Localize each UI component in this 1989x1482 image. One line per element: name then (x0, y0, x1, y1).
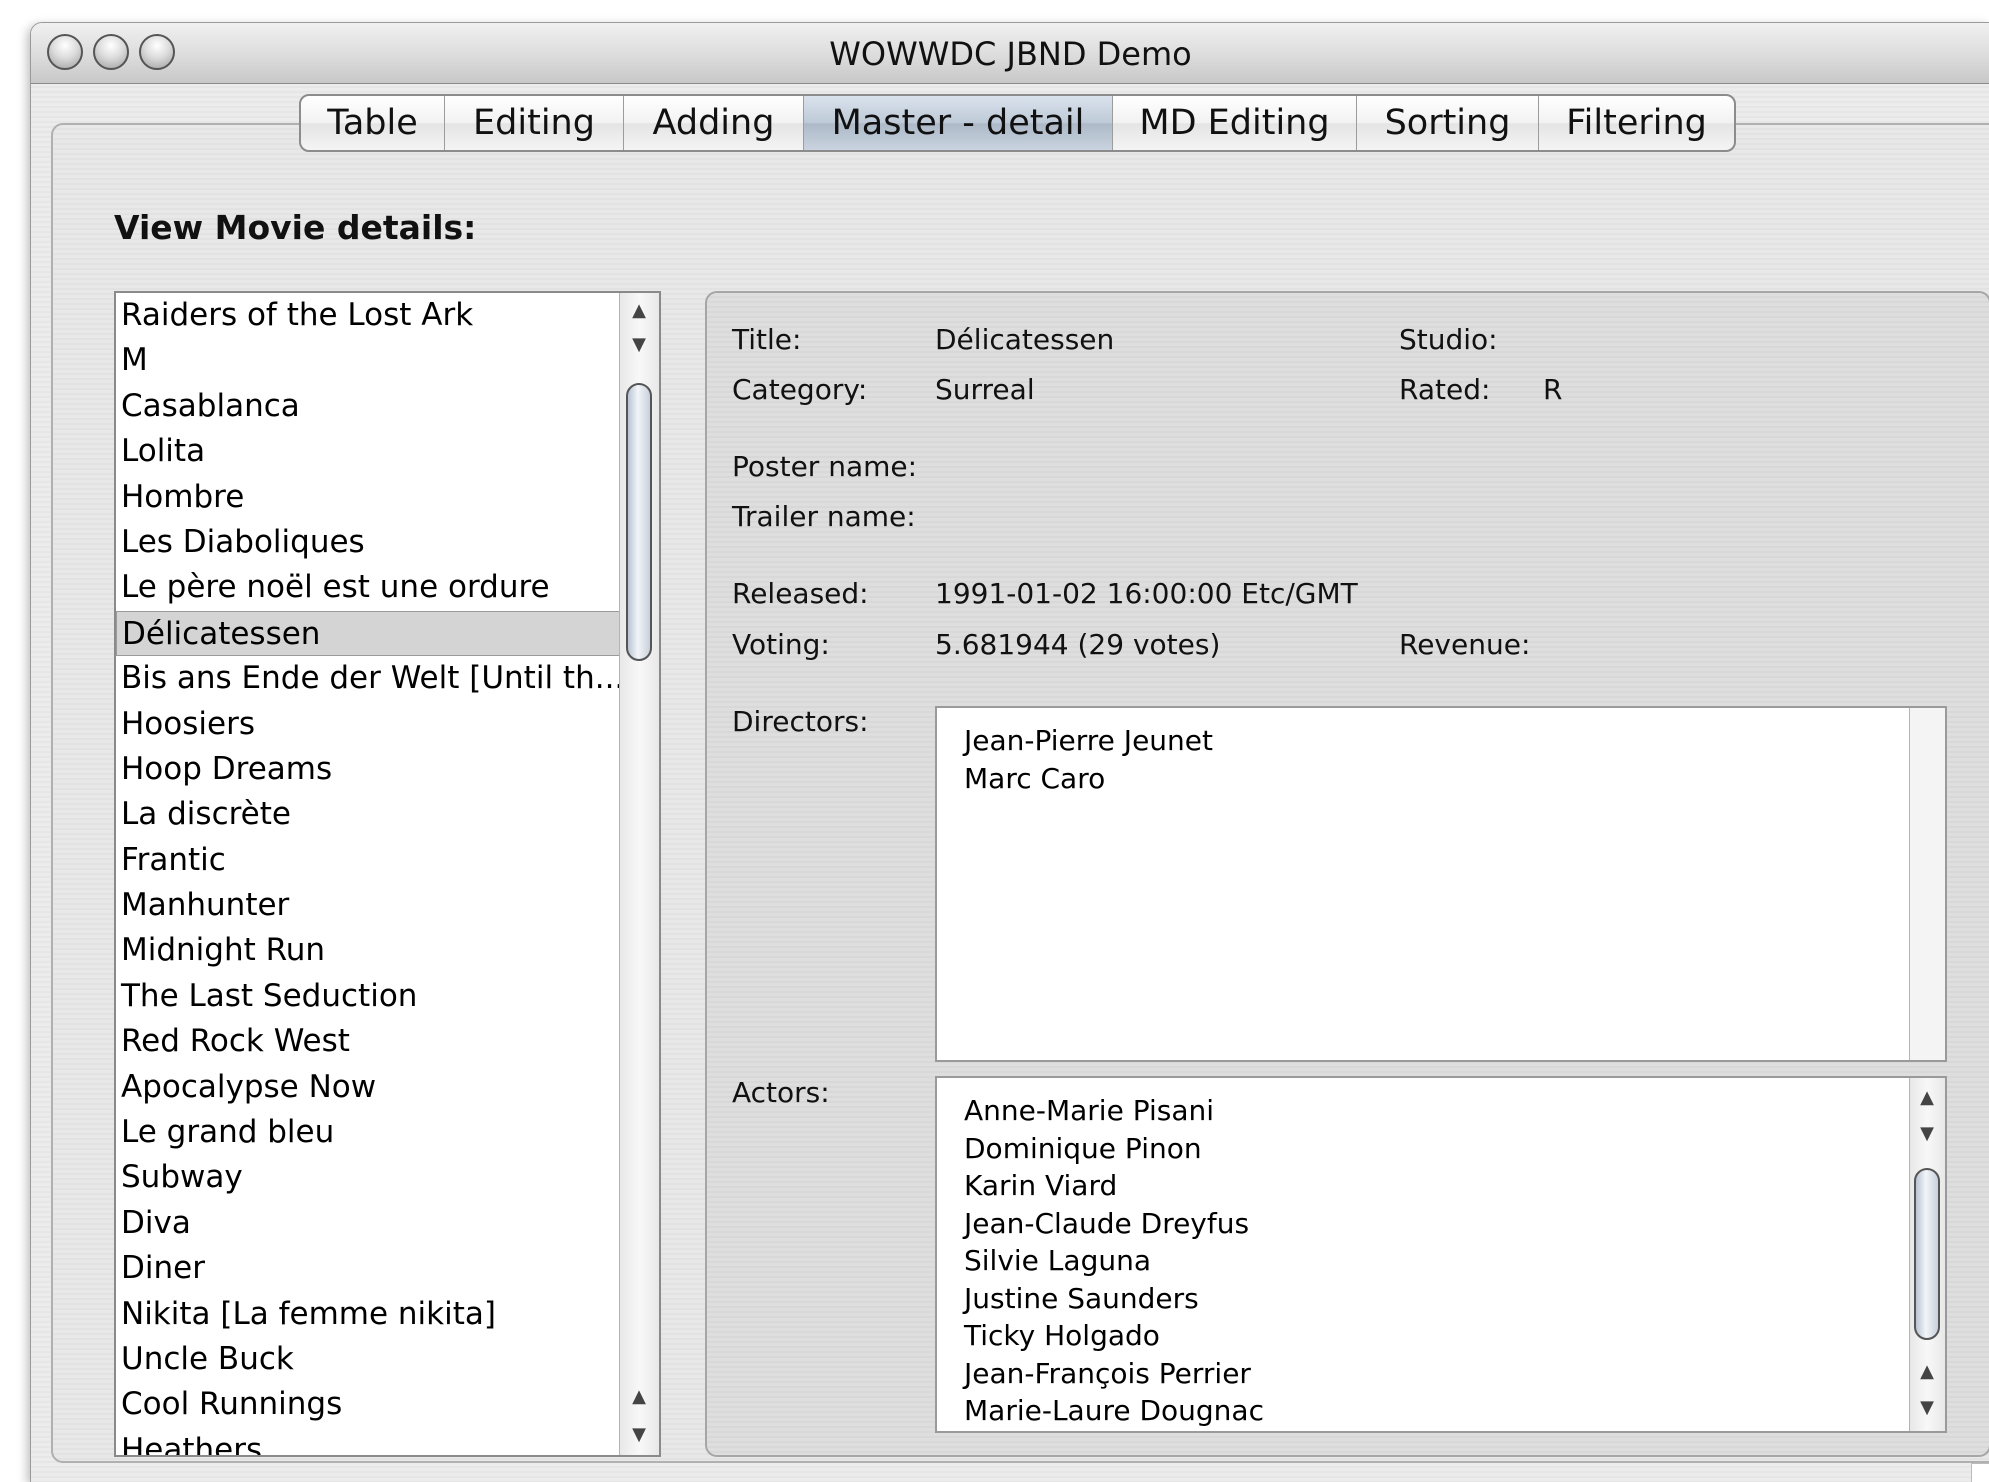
scroll-up-arrow-icon[interactable]: ▲ (620, 293, 658, 329)
movie-list-scrollbar[interactable]: ▲ ▼ ▲ ▼ (619, 293, 659, 1455)
actor-item[interactable]: Jean-Claude Dreyfus (964, 1205, 1264, 1243)
movie-list-item[interactable]: Nikita [La femme nikita] (116, 1292, 621, 1337)
actor-item[interactable]: Dominique Pinon (964, 1130, 1264, 1168)
category-value: Surreal (935, 373, 1035, 406)
actor-item[interactable]: Jean-François Perrier (964, 1355, 1264, 1393)
actors-scroll-thumb[interactable] (1914, 1168, 1940, 1340)
directors-label: Directors: (732, 705, 869, 738)
tab-filtering[interactable]: Filtering (1539, 96, 1734, 150)
directors-scrollbar-track (1909, 708, 1945, 1060)
movie-list-item[interactable]: Hombre (116, 475, 621, 520)
actors-label: Actors: (732, 1076, 830, 1109)
movie-list-item[interactable]: La discrète (116, 792, 621, 837)
movie-list-item[interactable]: The Last Seduction (116, 974, 621, 1019)
scroll-down-arrow-icon[interactable]: ▼ (620, 1417, 658, 1453)
section-title: View Movie details: (114, 208, 477, 247)
app-window: WOWWDC JBND Demo Table Editing Adding Ma… (30, 22, 1989, 1482)
directors-list[interactable]: Jean-Pierre Jeunet Marc Caro (935, 706, 1947, 1062)
trailer-name-label: Trailer name: (732, 500, 916, 533)
movie-list[interactable]: Raiders of the Lost Ark M Casablanca Lolita… (114, 291, 661, 1457)
director-item[interactable]: Marc Caro (964, 760, 1213, 798)
title-label: Title: (732, 323, 802, 356)
movie-list-item[interactable]: Les Diaboliques (116, 520, 621, 565)
movie-list-item[interactable]: Hoop Dreams (116, 747, 621, 792)
movie-list-item[interactable]: Lolita (116, 429, 621, 474)
scroll-up-arrow-icon[interactable]: ▲ (620, 1379, 658, 1415)
tab-md-editing[interactable]: MD Editing (1113, 96, 1357, 150)
actors-list[interactable]: Anne-Marie Pisani Dominique Pinon Karin Vi… (935, 1076, 1947, 1433)
directors-lines: Jean-Pierre Jeunet Marc Caro (964, 722, 1213, 797)
title-bar[interactable]: WOWWDC JBND Demo (31, 23, 1989, 84)
actor-item[interactable]: Justine Saunders (964, 1280, 1264, 1318)
movie-list-item[interactable]: Bis ans Ende der Welt [Until th... (116, 656, 621, 701)
studio-label: Studio: (1399, 323, 1498, 356)
released-label: Released: (732, 577, 869, 610)
movie-list-item[interactable]: Raiders of the Lost Ark (116, 293, 621, 338)
movie-list-item[interactable]: Heathers (116, 1428, 621, 1455)
movie-list-item[interactable]: Midnight Run (116, 928, 621, 973)
revenue-label: Revenue: (1399, 628, 1531, 661)
voting-label: Voting: (732, 628, 830, 661)
actors-lines: Anne-Marie Pisani Dominique Pinon Karin Vi… (964, 1092, 1264, 1430)
released-value: 1991-01-02 16:00:00 Etc/GMT (935, 577, 1358, 610)
title-value: Délicatessen (935, 323, 1115, 356)
rated-value: R (1543, 373, 1563, 406)
movie-list-item[interactable]: Manhunter (116, 883, 621, 928)
tab-master-detail[interactable]: Master - detail (804, 96, 1113, 150)
movie-list-item[interactable]: Cool Runnings (116, 1382, 621, 1427)
movie-list-item[interactable]: Hoosiers (116, 702, 621, 747)
movie-list-item[interactable]: Le grand bleu (116, 1110, 621, 1155)
voting-value: 5.681944 (29 votes) (935, 628, 1221, 661)
movie-list-items: Raiders of the Lost Ark M Casablanca Lolita… (116, 293, 621, 1455)
actor-item[interactable]: Anne-Marie Pisani (964, 1092, 1264, 1130)
window-title: WOWWDC JBND Demo (829, 35, 1192, 73)
movie-list-item[interactable]: Diva (116, 1201, 621, 1246)
tab-editing[interactable]: Editing (445, 96, 624, 150)
scroll-down-arrow-icon[interactable]: ▼ (1910, 1116, 1944, 1152)
movie-list-item[interactable]: Uncle Buck (116, 1337, 621, 1382)
movie-list-item[interactable]: Subway (116, 1155, 621, 1200)
actors-scrollbar[interactable]: ▲ ▼ ▲ ▼ (1909, 1078, 1945, 1431)
tab-bar: Table Editing Adding Master - detail MD … (299, 94, 1736, 152)
poster-name-label: Poster name: (732, 450, 918, 483)
movie-list-item[interactable]: Apocalypse Now (116, 1065, 621, 1110)
scroll-up-arrow-icon[interactable]: ▲ (1910, 1354, 1944, 1390)
tab-adding[interactable]: Adding (624, 96, 804, 150)
movie-list-item[interactable]: Le père noël est une ordure (116, 565, 621, 610)
tab-table[interactable]: Table (301, 96, 445, 150)
scroll-down-arrow-icon[interactable]: ▼ (1910, 1390, 1944, 1426)
actor-item[interactable]: Karin Viard (964, 1167, 1264, 1205)
scroll-up-arrow-icon[interactable]: ▲ (1910, 1080, 1944, 1116)
movie-list-item[interactable]: M (116, 338, 621, 383)
movie-details-panel: Title: Délicatessen Studio: Category: Su… (705, 291, 1989, 1457)
resize-grip-icon[interactable] (1971, 1463, 1989, 1482)
director-item[interactable]: Jean-Pierre Jeunet (964, 722, 1213, 760)
movie-list-item[interactable]: Diner (116, 1246, 621, 1291)
rated-label: Rated: (1399, 373, 1491, 406)
movie-list-item[interactable]: Délicatessen (116, 610, 621, 657)
actor-item[interactable]: Ticky Holgado (964, 1317, 1264, 1355)
category-label: Category: (732, 373, 868, 406)
scroll-down-arrow-icon[interactable]: ▼ (620, 327, 658, 363)
movie-list-item[interactable]: Casablanca (116, 384, 621, 429)
movie-list-item[interactable]: Red Rock West (116, 1019, 621, 1064)
movie-list-scroll-thumb[interactable] (626, 383, 652, 661)
actor-item[interactable]: Silvie Laguna (964, 1242, 1264, 1280)
movie-list-item[interactable]: Frantic (116, 838, 621, 883)
actor-item[interactable]: Marie-Laure Dougnac (964, 1392, 1264, 1430)
tab-sorting[interactable]: Sorting (1357, 96, 1539, 150)
